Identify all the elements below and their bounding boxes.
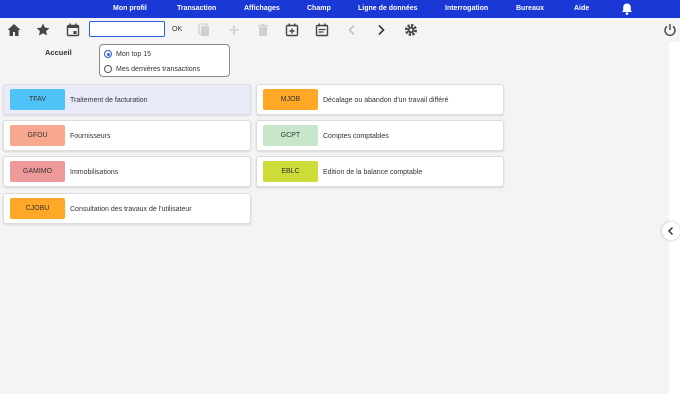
toolbar: OK [0,18,680,42]
transaction-card-gcpt[interactable]: GCPT Comptes comptables [256,120,504,151]
transaction-code-badge: TFAV [10,89,65,110]
transaction-card-gfou[interactable]: GFOU Fournisseurs [3,120,251,151]
transaction-description: Fournisseurs [70,133,111,140]
radio-unselected-icon[interactable] [104,65,112,73]
calendar-icon[interactable] [65,22,81,38]
chevron-right-icon[interactable] [373,22,389,38]
power-icon[interactable] [662,22,678,38]
radio-label-dernieres: Mes dernières transactions [116,65,201,73]
transaction-card-tfav[interactable]: TFAV Traitement de facturation [3,84,251,115]
transaction-code-badge: GAMIMO [10,161,65,182]
transaction-description: Immobilisations [70,169,119,176]
nav-item-affichages[interactable]: Affichages [244,0,280,18]
copy-icon[interactable] [196,22,212,38]
transaction-code-badge: CJOBU [10,198,65,219]
chevron-left-icon [667,226,674,236]
transaction-card-gamimo[interactable]: GAMIMO Immobilisations [3,156,251,187]
ok-button[interactable]: OK [172,22,182,38]
side-panel-strip [669,42,680,394]
top-nav-bar: Mon profil Transaction Affichages Champ … [0,0,680,18]
nav-item-bureaux[interactable]: Bureaux [516,0,544,18]
calendar-add-icon[interactable] [284,22,300,38]
chevron-left-icon[interactable] [344,22,360,38]
side-panel-toggle[interactable] [662,222,680,240]
radio-mon-top-15[interactable]: Mon top 15 [104,48,151,60]
transaction-code-badge: MJOB [263,89,318,110]
gear-icon[interactable] [403,22,419,38]
accueil-label: Accueil [45,48,72,57]
transaction-description: Consultation des travaux de l'utilisateu… [70,206,192,213]
transaction-card-cjobu[interactable]: CJOBU Consultation des travaux de l'util… [3,193,251,224]
transaction-code-badge: GCPT [263,125,318,146]
nav-item-champ[interactable]: Champ [307,0,331,18]
bell-icon[interactable] [620,2,634,16]
transaction-card-mjob[interactable]: MJOB Décalage ou abandon d'un travail di… [256,84,504,115]
transaction-description: Traitement de facturation [70,97,148,104]
transaction-description: Comptes comptables [323,133,389,140]
transaction-code-badge: GFOU [10,125,65,146]
accueil-radio-group: Mon top 15 Mes dernières transactions [99,44,230,77]
nav-item-ligne-de-donnees[interactable]: Ligne de données [358,0,418,18]
transaction-code-badge: EBLC [263,161,318,182]
home-icon[interactable] [6,22,22,38]
delete-icon[interactable] [255,22,271,38]
nav-item-aide[interactable]: Aide [574,0,589,18]
radio-label-top-15: Mon top 15 [116,50,152,58]
nav-item-mon-profil[interactable]: Mon profil [113,0,147,18]
radio-dernieres-transactions[interactable]: Mes dernières transactions [104,63,200,75]
calendar-list-icon[interactable] [314,22,330,38]
transaction-card-eblc[interactable]: EBLC Edition de la balance comptable [256,156,504,187]
nav-item-transaction[interactable]: Transaction [177,0,216,18]
star-icon[interactable] [35,22,51,38]
transaction-description: Décalage ou abandon d'un travail différé [323,97,449,104]
nav-item-interrogation[interactable]: Interrogation [445,0,488,18]
radio-selected-icon[interactable] [104,50,112,58]
transaction-input[interactable] [89,21,165,37]
add-icon[interactable] [226,22,242,38]
transaction-description: Edition de la balance comptable [323,169,423,176]
